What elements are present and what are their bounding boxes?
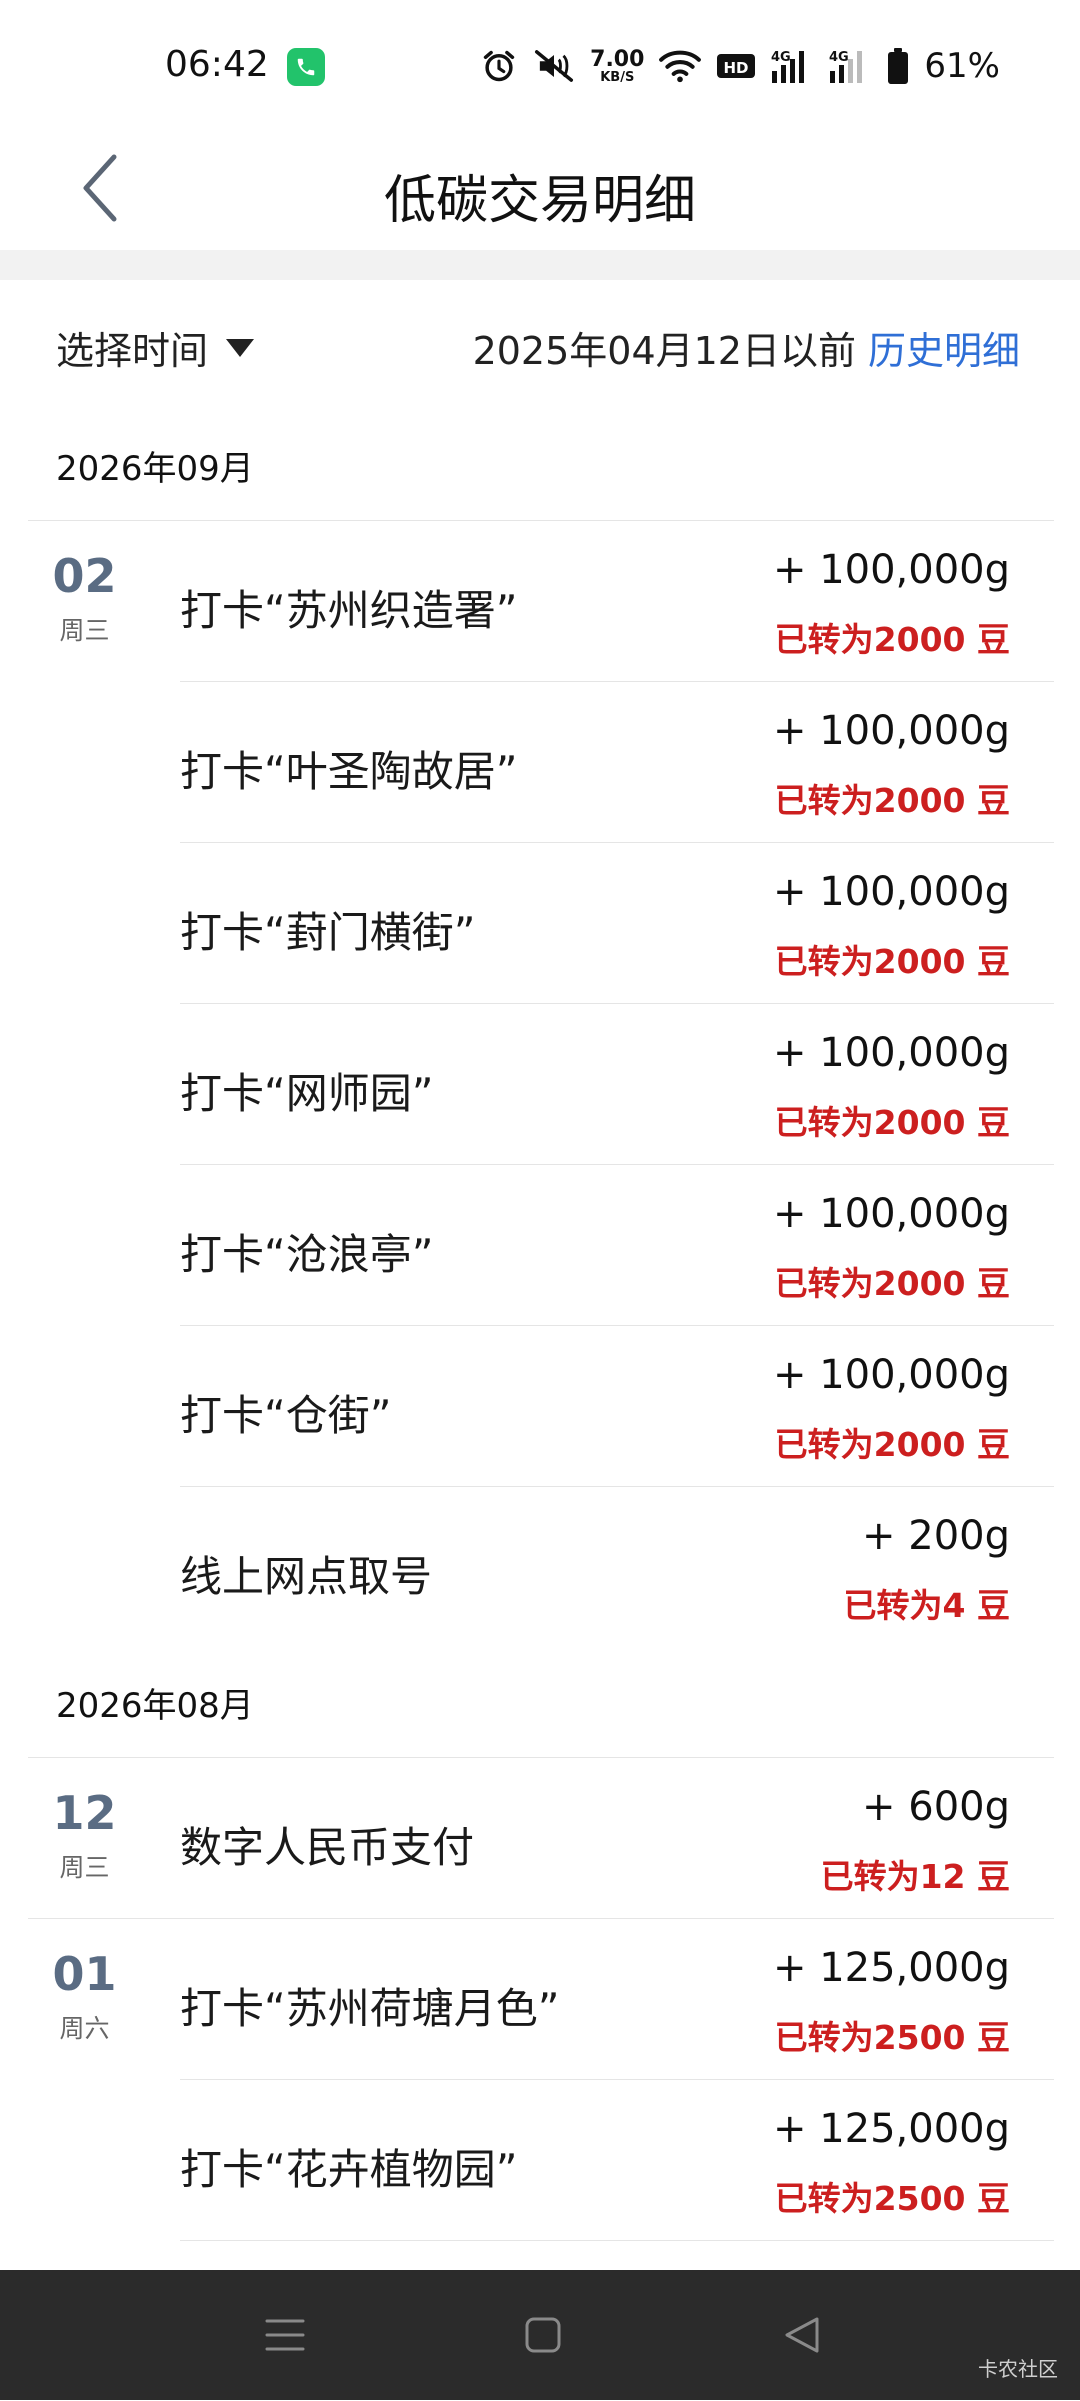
nav-home-button[interactable]	[513, 2305, 573, 2365]
nav-back-button[interactable]	[772, 2305, 832, 2365]
transaction-description: 打卡“苏州织造署”	[180, 586, 518, 635]
net-speed-unit: KB/S	[600, 69, 635, 85]
carbon-amount: + 600g	[862, 1784, 1010, 1830]
converted-beans: 已转为4 豆	[843, 1586, 1010, 1625]
signal-icon-sim1: 4G	[770, 47, 814, 85]
status-icons: 7.00 KB/S HD 4G 4G 61%	[480, 44, 1000, 88]
battery-percent: 61%	[924, 46, 1000, 86]
before-date-text: 2025年04月12日以前	[472, 329, 856, 373]
status-time: 06:42	[165, 44, 269, 85]
converted-beans: 已转为2000 豆	[774, 942, 1010, 981]
transaction-description: 线上网点取号	[180, 1552, 433, 1601]
transaction-row[interactable]: 打卡“葑门横街” + 100,000g 已转为2000 豆	[0, 842, 1080, 1003]
converted-beans: 已转为2000 豆	[774, 1425, 1010, 1464]
system-nav-bar: 卡农社区	[0, 2270, 1080, 2400]
month-header: 2026年08月	[56, 1685, 254, 1726]
transaction-list: 2026年09月 02 周三 打卡“苏州织造署” + 100,000g 已转为2000 豆…	[0, 410, 1080, 2401]
carbon-amount: + 100,000g	[772, 1191, 1010, 1237]
converted-beans: 已转为2000 豆	[774, 781, 1010, 820]
transaction-row[interactable]: 12 周三 数字人民币支付 + 600g 已转为12 豆	[0, 1757, 1080, 1918]
sim1-label: 4G	[771, 50, 791, 65]
signal-icon-sim2: 4G	[828, 47, 872, 85]
net-speed: 7.00 KB/S	[590, 46, 645, 85]
carbon-amount: + 100,000g	[772, 1352, 1010, 1398]
caret-down-icon	[226, 338, 255, 357]
transaction-row[interactable]: 01 周六 打卡“苏州荷塘月色” + 125,000g 已转为2500 豆	[0, 1918, 1080, 2079]
wifi-icon	[658, 48, 702, 84]
converted-beans: 已转为2500 豆	[774, 2018, 1010, 2057]
back-triangle-icon	[785, 2317, 819, 2353]
transaction-content: 打卡“网师园” + 100,000g 已转为2000 豆	[180, 1003, 1054, 1165]
app-header: 低碳交易明细	[0, 130, 1080, 250]
transaction-description: 打卡“葑门横街”	[180, 908, 476, 957]
transaction-row[interactable]: 打卡“仓街” + 100,000g 已转为2000 豆	[0, 1325, 1080, 1486]
home-icon	[525, 2317, 561, 2353]
carbon-amount: + 100,000g	[772, 547, 1010, 593]
net-speed-value: 7.00	[590, 46, 645, 72]
carbon-amount: + 125,000g	[772, 1945, 1010, 1991]
header-divider	[0, 250, 1080, 280]
transaction-content: 打卡“苏州织造署” + 100,000g 已转为2000 豆	[28, 520, 1054, 682]
converted-beans: 已转为2000 豆	[774, 1264, 1010, 1303]
phone-icon	[287, 48, 325, 86]
select-time-dropdown[interactable]: 选择时间	[56, 320, 255, 375]
transaction-content: 打卡“葑门横街” + 100,000g 已转为2000 豆	[180, 842, 1054, 1004]
transaction-description: 打卡“叶圣陶故居”	[180, 747, 518, 796]
menu-icon	[265, 2319, 305, 2351]
transaction-description: 数字人民币支付	[180, 1823, 475, 1872]
hd-icon: HD	[716, 51, 756, 81]
transaction-content: 数字人民币支付 + 600g 已转为12 豆	[28, 1757, 1054, 1919]
transaction-row[interactable]: 打卡“网师园” + 100,000g 已转为2000 豆	[0, 1003, 1080, 1164]
mute-icon	[532, 47, 576, 85]
transaction-row[interactable]: 02 周三 打卡“苏州织造署” + 100,000g 已转为2000 豆	[0, 520, 1080, 681]
transaction-content: 打卡“苏州荷塘月色” + 125,000g 已转为2500 豆	[28, 1918, 1054, 2080]
transaction-content: 打卡“仓街” + 100,000g 已转为2000 豆	[180, 1325, 1054, 1487]
transaction-description: 打卡“苏州荷塘月色”	[180, 1984, 560, 2033]
hd-label: HD	[724, 59, 749, 77]
history-info: 2025年04月12日以前 历史明细	[473, 320, 1020, 375]
carbon-amount: + 100,000g	[772, 708, 1010, 754]
nav-menu-button[interactable]	[255, 2305, 315, 2365]
transaction-row[interactable]: 打卡“沧浪亭” + 100,000g 已转为2000 豆	[0, 1164, 1080, 1325]
history-link[interactable]: 历史明细	[868, 329, 1020, 373]
transaction-content: 打卡“沧浪亭” + 100,000g 已转为2000 豆	[180, 1164, 1054, 1326]
converted-beans: 已转为2500 豆	[774, 2179, 1010, 2218]
transaction-content: 线上网点取号 + 200g 已转为4 豆	[180, 1486, 1054, 1648]
transaction-content: 打卡“叶圣陶故居” + 100,000g 已转为2000 豆	[180, 681, 1054, 843]
transaction-content: 打卡“花卉植物园” + 125,000g 已转为2500 豆	[180, 2079, 1054, 2241]
transaction-row[interactable]: 线上网点取号 + 200g 已转为4 豆	[0, 1486, 1080, 1647]
transaction-description: 打卡“花卉植物园”	[180, 2145, 518, 2194]
filter-row: 选择时间 2025年04月12日以前 历史明细	[0, 280, 1080, 410]
carbon-amount: + 125,000g	[772, 2106, 1010, 2152]
transaction-row[interactable]: 打卡“叶圣陶故居” + 100,000g 已转为2000 豆	[0, 681, 1080, 842]
converted-beans: 已转为2000 豆	[774, 620, 1010, 659]
watermark: 卡农社区	[978, 2357, 1058, 2381]
converted-beans: 已转为2000 豆	[774, 1103, 1010, 1142]
carbon-amount: + 200g	[862, 1513, 1010, 1559]
page-title: 低碳交易明细	[383, 171, 696, 231]
converted-beans: 已转为12 豆	[820, 1857, 1010, 1896]
sim2-label: 4G	[829, 50, 849, 65]
month-header: 2026年09月	[56, 448, 254, 489]
carbon-amount: + 100,000g	[772, 1030, 1010, 1076]
status-bar: 06:42 7.00 KB/S HD 4G 4G 61%	[0, 0, 1080, 130]
alarm-icon	[480, 47, 518, 85]
carbon-amount: + 100,000g	[772, 869, 1010, 915]
battery-icon	[886, 47, 910, 85]
transaction-description: 打卡“仓街”	[180, 1391, 392, 1440]
transaction-description: 打卡“沧浪亭”	[180, 1230, 434, 1279]
transaction-description: 打卡“网师园”	[180, 1069, 434, 1118]
select-time-label: 选择时间	[56, 329, 209, 373]
transaction-row[interactable]: 打卡“花卉植物园” + 125,000g 已转为2500 豆	[0, 2079, 1080, 2240]
